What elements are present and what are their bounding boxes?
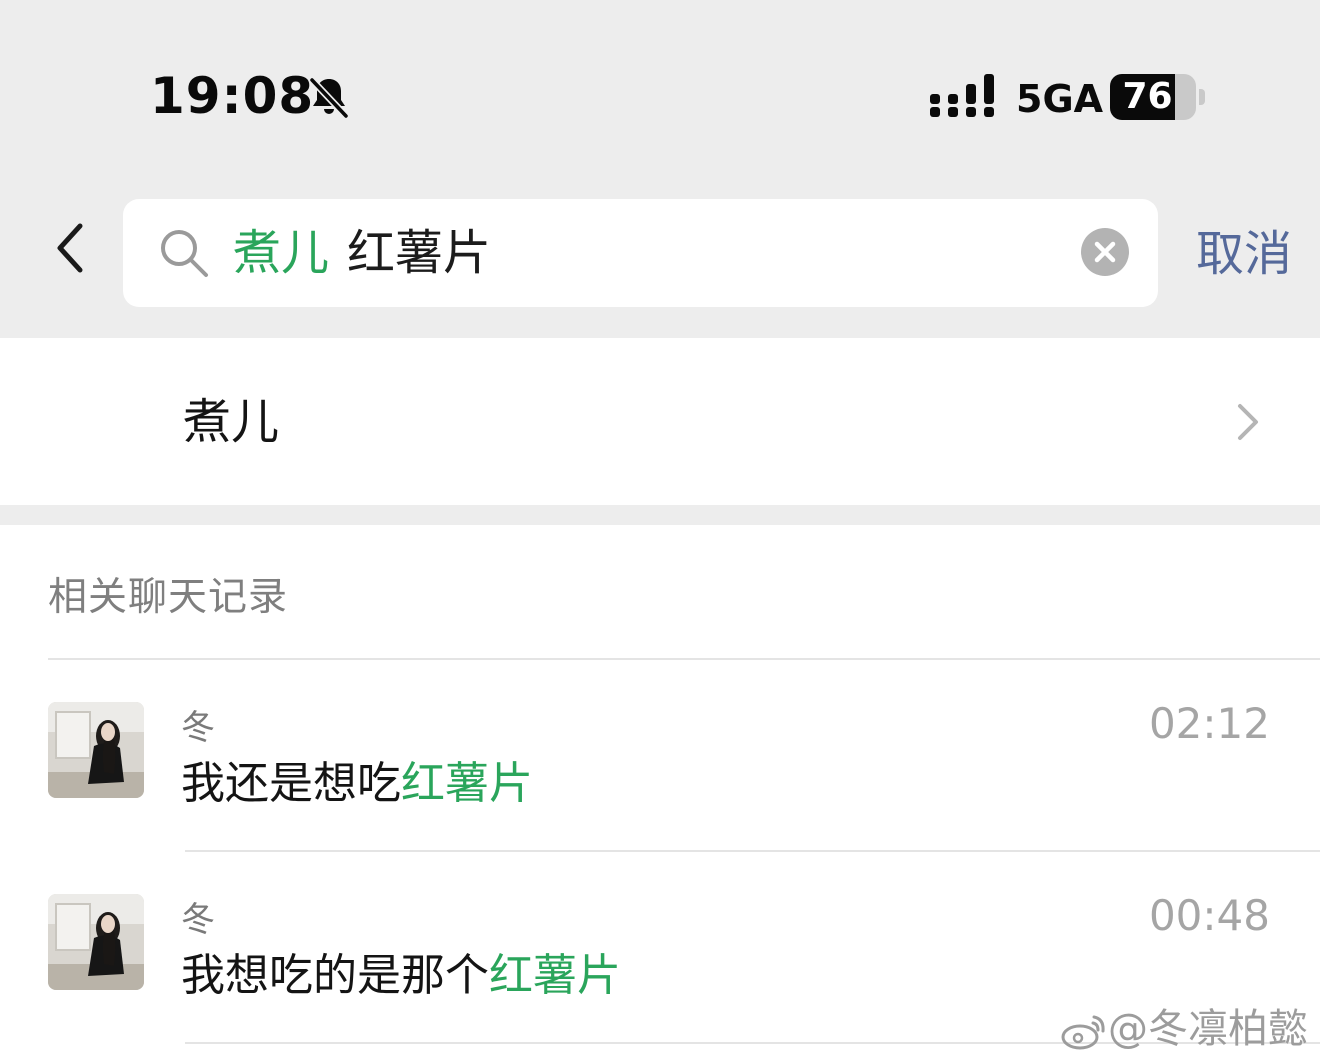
message-prefix: 我还是想吃 [181,758,401,809]
contact-row[interactable]: 煮儿 [0,338,1320,505]
battery-icon: 76 [1110,74,1206,120]
chevron-right-icon [1238,404,1258,440]
message-time: 02:12 [1148,699,1270,748]
message-highlight: 红薯片 [401,758,533,809]
battery-cap [1199,89,1205,105]
search-input[interactable]: 煮儿 红薯片 [123,199,1158,307]
search-query-contact: 煮儿 [233,225,330,281]
contact-name: 煮儿 [183,394,280,450]
message-time: 00:48 [1148,891,1270,940]
clear-icon[interactable] [1081,228,1129,276]
search-query-keyword: 红薯片 [347,225,492,281]
section-gap [0,505,1320,525]
status-time: 19:08 [150,67,315,125]
section-title: 相关聊天记录 [48,575,289,620]
chat-record-row[interactable]: 冬 02:12 我还是想吃红薯片 [0,660,1320,852]
message-text: 我还是想吃红薯片 [181,756,533,812]
battery-body: 76 [1110,74,1196,120]
message-highlight: 红薯片 [489,950,621,1001]
avatar [48,702,144,798]
message-text: 我想吃的是那个红薯片 [181,948,621,1004]
sender-name: 冬 [181,900,215,940]
network-type: 5GA [1016,77,1104,121]
bell-mute-icon [308,76,350,120]
cancel-button[interactable]: 取消 [1196,224,1292,284]
header-area: 19:08 5GA 76 煮儿 红薯片 取消 [0,0,1320,338]
search-icon [161,230,208,277]
weibo-logo-icon [1061,1015,1105,1050]
battery-level: 76 [1122,76,1173,117]
search-query[interactable]: 煮儿 红薯片 [233,223,491,283]
watermark-text: @冬凛柏懿 [1108,1006,1308,1052]
sender-name: 冬 [181,708,215,748]
signal-bars-icon [930,74,994,117]
message-prefix: 我想吃的是那个 [181,950,489,1001]
watermark: @冬凛柏懿 [1060,1004,1308,1054]
avatar [48,894,144,990]
back-arrow-icon[interactable] [50,220,90,276]
